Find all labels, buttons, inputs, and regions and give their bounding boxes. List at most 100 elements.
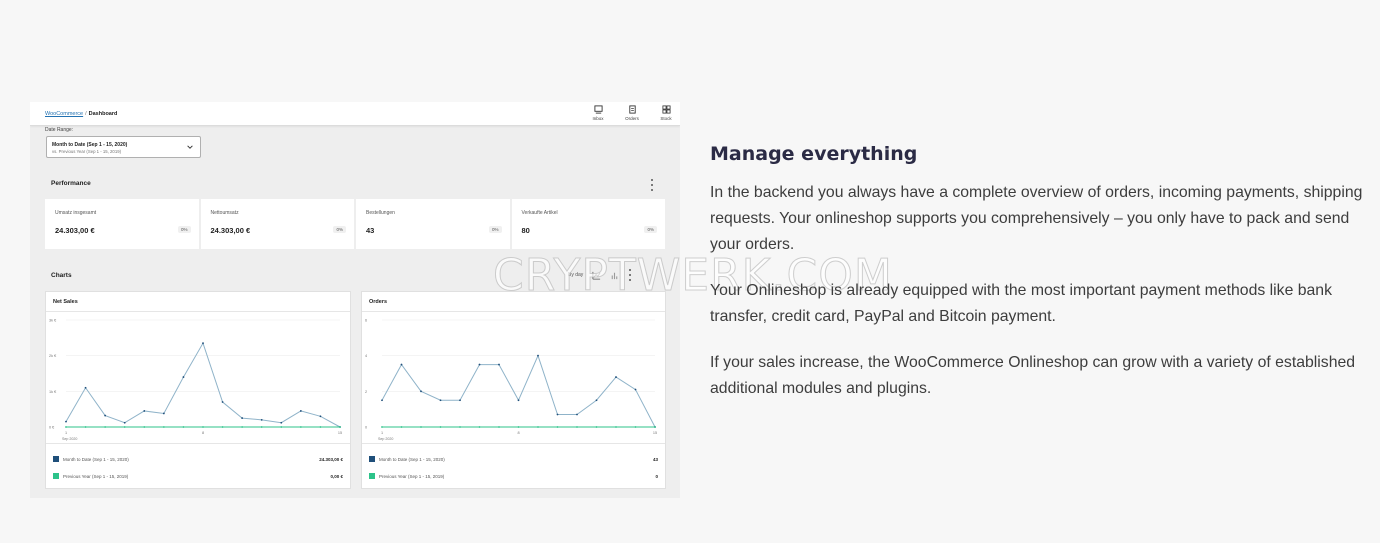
date-range-label: Date Range:	[45, 127, 74, 133]
data-point	[84, 386, 87, 389]
perf-card[interactable]: Nettoumsatz 24.303,00 € 0%	[200, 199, 354, 249]
net-sales-chart-card: Net Sales 0 € 1k € 2k € 3k € 1 8 15 Sep 2020 Mo…	[45, 291, 351, 489]
stock-icon	[661, 105, 671, 114]
legend-row[interactable]: Previous Year (Sep 1 - 15, 2019) 0	[369, 471, 658, 481]
perf-card-delta: 0%	[333, 226, 346, 233]
data-point	[439, 399, 442, 402]
paragraph: In the backend you always have a complet…	[710, 184, 1363, 253]
feature-description: Manage everything In the backend you alw…	[710, 143, 1365, 422]
paragraph: If your sales increase, the WooCommerce …	[710, 354, 1356, 397]
perf-card-value: 80	[521, 226, 530, 235]
legend-row[interactable]: Previous Year (Sep 1 - 15, 2019) 0,00 €	[53, 471, 343, 481]
legend-swatch	[53, 456, 59, 462]
topbar-inbox-label: Inbox	[592, 116, 604, 121]
perf-card-delta: 0%	[644, 226, 657, 233]
y-tick-label: 2k €	[49, 354, 57, 358]
data-point	[202, 426, 204, 428]
topbar-stock-label: Stock	[660, 116, 672, 121]
topbar-orders-label: Orders	[625, 116, 639, 121]
data-point	[319, 426, 322, 428]
data-point	[634, 388, 637, 391]
data-point	[260, 426, 263, 428]
legend-value: 24.303,00 €	[319, 456, 343, 462]
legend-swatch	[369, 473, 375, 479]
data-point	[400, 363, 403, 366]
topbar-stock-button[interactable]: Stock	[658, 105, 674, 121]
charts-title: Charts	[51, 272, 72, 279]
data-point	[241, 417, 244, 419]
legend-row[interactable]: Month to Date (Sep 1 - 15, 2020) 43	[369, 454, 658, 464]
chart-legend: Month to Date (Sep 1 - 15, 2020) 43 Prev…	[362, 443, 665, 488]
inbox-icon	[593, 105, 603, 114]
data-point	[459, 426, 461, 428]
data-point	[595, 426, 598, 428]
x-axis-sublabel: Sep 2020	[62, 437, 77, 441]
x-tick-label: 1	[381, 431, 383, 435]
data-point	[123, 426, 126, 428]
data-point	[299, 426, 302, 428]
data-point	[104, 414, 107, 417]
topbar-inbox-button[interactable]: Inbox	[590, 105, 606, 121]
data-point	[162, 412, 165, 415]
perf-card[interactable]: Verkaufte Artikel 80 0%	[511, 199, 665, 249]
legend-value: 0	[655, 473, 658, 479]
data-point	[143, 426, 146, 428]
perf-card-delta: 0%	[177, 226, 191, 233]
x-axis-sublabel: Sep 2020	[378, 437, 393, 441]
perf-card-value: 24.303,00 €	[210, 226, 251, 235]
perf-card-value: 24.303,00 €	[55, 226, 95, 235]
x-tick-label: 1	[65, 431, 67, 435]
admin-topbar: WooCommerce / Dashboard Inbox Orders Stock	[30, 102, 680, 126]
date-range-select[interactable]: Month to Date (Sep 1 - 15, 2020) vs. Pre…	[46, 136, 201, 158]
date-range-compare: vs. Previous Year (Sep 1 - 15, 2019)	[52, 149, 122, 154]
y-tick-label: 4	[365, 354, 367, 358]
performance-menu-icon[interactable]	[650, 179, 654, 191]
section-heading: Manage everything	[710, 143, 918, 165]
perf-card-value: 43	[366, 226, 375, 235]
data-point	[478, 426, 481, 428]
legend-swatch	[369, 456, 375, 462]
topbar-orders-button[interactable]: Orders	[624, 105, 640, 121]
perf-card-label: Umsatz insgesamt	[55, 210, 97, 216]
data-point	[221, 426, 224, 428]
orders-chart-card: Orders 0 2 4 6 1 8 15 Sep 2020 Month to Date (S…	[361, 291, 666, 489]
data-point	[517, 399, 520, 402]
y-tick-label: 6	[365, 319, 367, 323]
data-point	[339, 426, 341, 428]
x-tick-label: 15	[653, 431, 657, 435]
perf-card[interactable]: Bestellungen 43 0%	[356, 199, 510, 249]
date-range-selected: Month to Date (Sep 1 - 15, 2020)	[52, 142, 128, 148]
chevron-down-icon	[187, 145, 193, 149]
legend-value: 43	[652, 456, 658, 462]
data-point	[537, 354, 539, 357]
data-point	[459, 399, 461, 402]
data-point	[65, 420, 67, 423]
data-point	[299, 410, 302, 412]
breadcrumb-woocommerce-link[interactable]: WooCommerce	[45, 111, 83, 117]
x-tick-label: 8	[202, 431, 204, 435]
data-point	[634, 426, 637, 428]
legend-row[interactable]: Month to Date (Sep 1 - 15, 2020) 24.303,…	[53, 454, 343, 464]
breadcrumb: WooCommerce / Dashboard	[45, 111, 117, 117]
performance-title: Performance	[51, 180, 91, 187]
data-point	[439, 426, 442, 428]
data-point	[537, 426, 539, 428]
orders-chart: 0 2 4 6 1 8 15 Sep 2020	[365, 319, 657, 442]
data-point	[104, 426, 107, 428]
data-point	[381, 399, 383, 402]
perf-card[interactable]: Umsatz insgesamt 24.303,00 € 0%	[45, 199, 199, 249]
chart-legend: Month to Date (Sep 1 - 15, 2020) 24.303,…	[46, 443, 350, 488]
breadcrumb-current: Dashboard	[88, 111, 118, 117]
data-point	[615, 376, 617, 378]
data-point	[615, 426, 617, 428]
x-tick-label: 8	[517, 431, 519, 435]
data-point	[498, 426, 500, 428]
data-point	[319, 415, 322, 418]
perf-card-label: Bestellungen	[366, 210, 395, 216]
x-tick-label: 15	[338, 431, 342, 435]
data-point	[280, 421, 283, 424]
data-point	[143, 410, 146, 412]
data-point	[260, 418, 263, 421]
y-tick-label: 2	[365, 390, 367, 394]
y-tick-label: 1k €	[49, 390, 57, 394]
